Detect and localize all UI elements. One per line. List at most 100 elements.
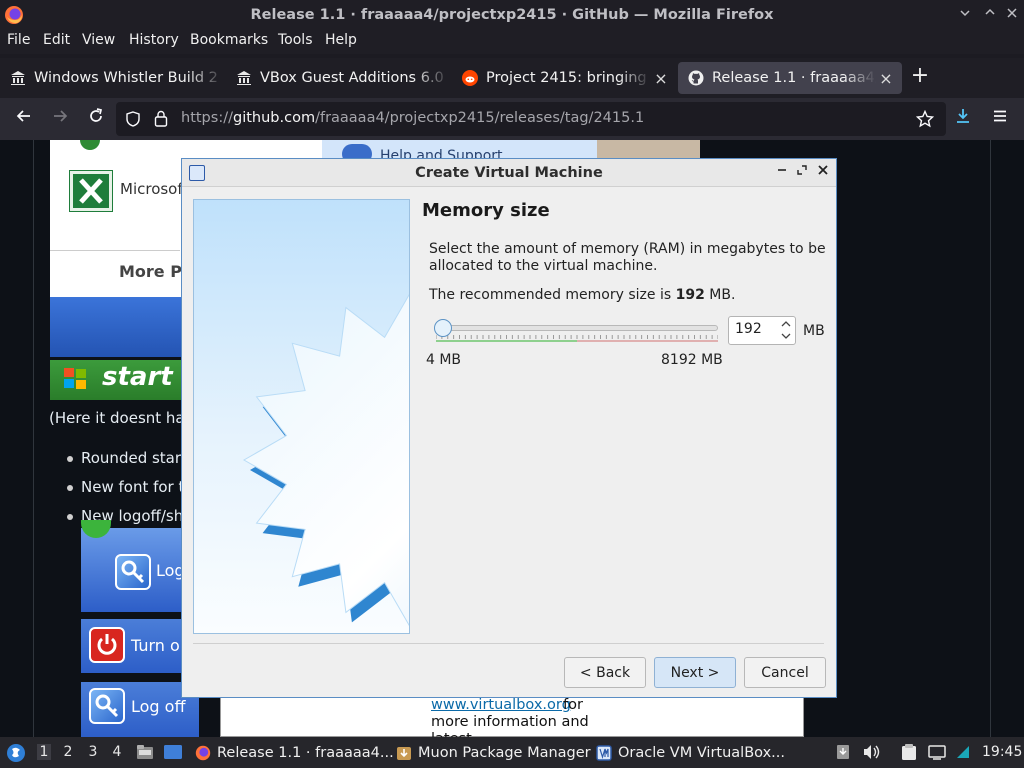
volume-icon[interactable] [863,744,881,760]
workspace-4[interactable]: 4 [110,744,124,760]
logoff-image: Log [81,520,185,612]
chevron-down-icon [960,10,970,17]
task-firefox[interactable]: Release 1.1 · fraaaaa4... [195,741,394,765]
url-text: https://github.com/fraaaaa4/projectxp241… [181,110,645,126]
xp-taskbar-band [50,297,181,357]
tab-project-2415[interactable]: Project 2415: bringing ba × [452,62,677,94]
menu-edit[interactable]: Edit [43,32,70,48]
virtualbox-for-text: for [563,697,583,713]
tab-bar: Windows Whistler Build 2 VBox Guest Addi… [0,58,1024,98]
excel-icon [69,170,113,212]
bookmark-star-icon[interactable] [916,110,934,128]
menu-view[interactable]: View [82,32,115,48]
minimize-icon [778,169,786,171]
logoff2-label: Log off [131,697,186,716]
file-manager-icon[interactable] [136,744,154,760]
chevron-up-icon [781,321,791,327]
start-menu-icon[interactable] [6,743,26,763]
slider-min-label: 4 MB [426,352,462,368]
bullet-icon [67,485,73,491]
xp-more-programs-text: More P [119,262,182,281]
show-desktop-icon[interactable] [163,744,183,760]
download-icon [957,109,969,123]
close-tab-icon[interactable]: × [876,69,896,88]
wizard-side-image [193,199,410,634]
memory-value-input[interactable] [735,321,775,337]
virtualbox-more-text: more information and [431,714,589,730]
task-muon[interactable]: Muon Package Manager [396,741,591,765]
task-label: Release 1.1 · fraaaaa4... [217,745,394,761]
cancel-button[interactable]: Cancel [744,657,826,688]
wizard-page-heading: Memory size [422,200,550,221]
reddit-icon [462,70,478,86]
memory-unit-label: MB [803,323,825,339]
memory-spinbox[interactable] [728,316,796,345]
spin-down-arrow[interactable] [781,332,791,342]
xp-microsoft-text: Microsof [120,180,183,198]
xp-divider [50,250,180,251]
bank-icon [10,70,26,86]
tab-label: Project 2415: bringing ba [486,70,651,86]
bullet-icon [67,456,73,462]
clipboard-icon[interactable] [901,743,917,761]
page-note-text: (Here it doesnt hav [49,409,194,427]
minimize-button[interactable] [957,7,973,23]
new-tab-button[interactable]: + [910,65,930,87]
bank-icon [236,70,252,86]
app-menu-button[interactable] [988,107,1012,131]
signal-icon[interactable] [955,744,971,760]
arrow-left-icon [16,110,30,122]
window-title: Release 1.1 · fraaaaa4/projectxp2415 · G… [250,7,774,23]
recommended-memory-text: The recommended memory size is 192 MB. [429,287,736,303]
memory-slider-track[interactable] [436,325,718,331]
memory-description-line1: Select the amount of memory (RAM) in meg… [429,241,826,257]
starburst-illustration [242,293,409,627]
workspace-2[interactable]: 2 [61,744,75,760]
memory-slider[interactable] [428,318,720,344]
dialog-titlebar: Create Virtual Machine [182,159,836,187]
dialog-close-button[interactable] [815,164,831,180]
windows-flag-icon [64,368,86,389]
task-virtualbox[interactable]: Oracle VM VirtualBox... [596,741,785,765]
tab-windows-whistler[interactable]: Windows Whistler Build 2 [0,62,225,94]
workspace-3[interactable]: 3 [86,744,100,760]
updates-tray-icon[interactable] [836,744,850,760]
virtualbox-link[interactable]: www.virtualbox.org [431,697,571,713]
shield-icon[interactable] [125,111,141,127]
downloads-button[interactable] [951,107,975,131]
slider-recommended-band [436,340,577,342]
forward-button[interactable] [48,107,72,131]
menu-bar: File Edit View History Bookmarks Tools H… [0,30,1024,54]
arrow-right-icon [54,110,68,122]
close-window-button[interactable] [1004,7,1020,23]
taskbar: 1 2 3 4 Release 1.1 · fraaaaa4... Muon P… [0,737,1024,768]
key-icon [115,554,151,590]
menu-tools[interactable]: Tools [278,32,313,48]
spin-up-arrow[interactable] [781,320,791,330]
dialog-maximize-button[interactable] [794,164,810,180]
back-button[interactable] [12,107,36,131]
memory-slider-ticks [436,335,718,342]
dialog-minimize-button[interactable] [774,164,790,180]
menu-history[interactable]: History [129,32,179,48]
navigation-toolbar: https://github.com/fraaaaa4/projectxp241… [0,98,1024,140]
workspace-1[interactable]: 1 [37,744,51,760]
feature-rounded-start: Rounded start [81,449,187,467]
tab-label: Release 1.1 · fraaaaa4/p [712,70,876,86]
close-icon [818,165,828,175]
menu-bookmarks[interactable]: Bookmarks [190,32,268,48]
tab-vbox-guest-additions[interactable]: VBox Guest Additions 6.0 [226,62,451,94]
maximize-button[interactable] [982,7,998,23]
reload-button[interactable] [84,107,108,131]
power-icon [89,627,125,663]
tab-release-1-1[interactable]: Release 1.1 · fraaaaa4/p × [678,62,902,94]
next-button[interactable]: Next > [654,657,736,688]
close-tab-icon[interactable]: × [651,69,671,88]
lock-icon[interactable] [154,110,168,127]
menu-help[interactable]: Help [325,32,357,48]
url-bar[interactable]: https://github.com/fraaaaa4/projectxp241… [116,102,946,136]
back-button[interactable]: < Back [564,657,646,688]
network-icon[interactable] [928,744,946,760]
menu-file[interactable]: File [7,32,30,48]
task-label: Muon Package Manager [418,745,591,761]
